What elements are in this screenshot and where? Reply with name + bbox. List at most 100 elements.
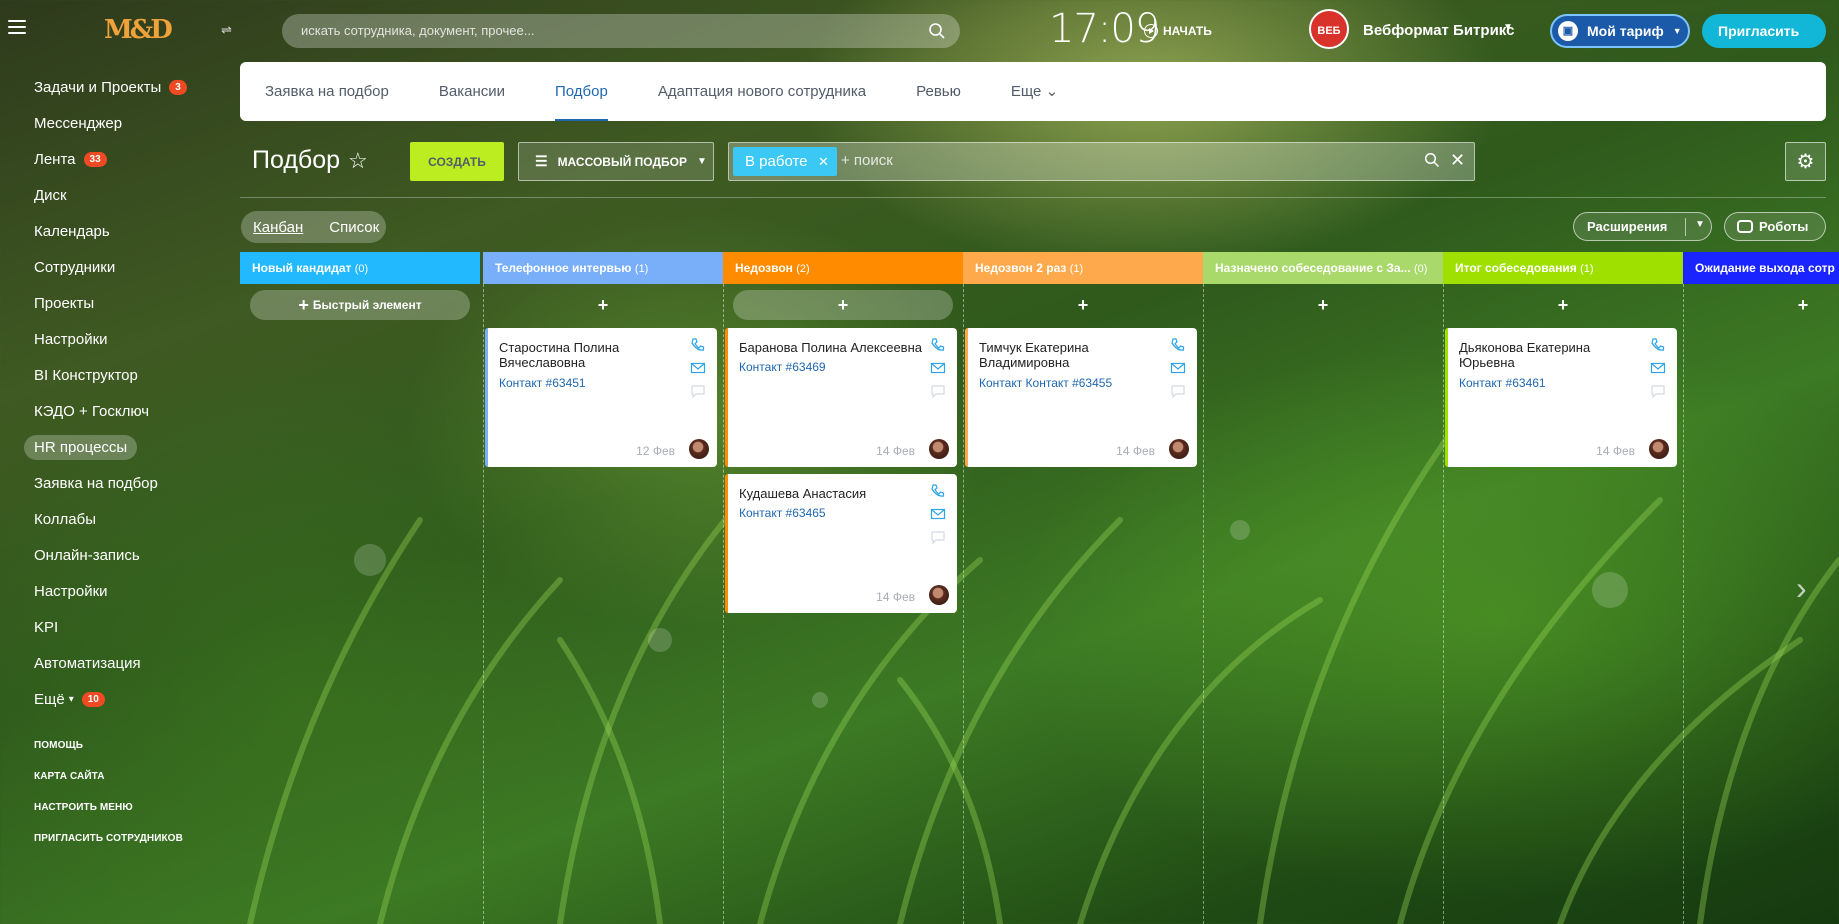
filter-search-input[interactable]: + поиск <box>841 152 893 169</box>
contact-link[interactable]: Контакт #63469 <box>739 360 826 374</box>
candidate-card[interactable]: Тимчук Екатерина Владимировна Контакт Кон… <box>965 328 1197 467</box>
company-name[interactable]: Вебформат Битрикс <box>1363 22 1514 39</box>
clear-filter-icon[interactable]: ✕ <box>1450 150 1465 171</box>
mail-icon[interactable] <box>1170 361 1186 375</box>
sidebar-item[interactable]: Автоматизация <box>22 645 237 681</box>
candidate-card[interactable]: Баранова Полина Алексеевна Контакт #63469… <box>725 328 957 467</box>
sidebar-item[interactable]: KPI <box>22 609 237 645</box>
add-card-button[interactable]: + <box>1693 290 1839 320</box>
company-avatar[interactable]: ВЕБ <box>1309 9 1349 49</box>
sidebar-item[interactable]: Ещё ▾ 10 <box>22 681 237 717</box>
phone-icon[interactable] <box>930 338 946 352</box>
sidebar-item[interactable]: Онлайн-запись <box>22 537 237 573</box>
candidate-card[interactable]: Старостина Полина Вячеславовна Контакт #6… <box>485 328 717 467</box>
column-header[interactable]: Недозвон (2) <box>723 252 963 284</box>
chat-icon[interactable] <box>1650 384 1666 398</box>
sidebar-item[interactable]: BI Конструктор <box>22 357 237 393</box>
sidebar-bottom-link[interactable]: НАСТРОИТЬ МЕНЮ <box>34 802 183 833</box>
responsible-avatar[interactable] <box>1649 439 1669 459</box>
menu-toggle-icon[interactable] <box>8 20 26 34</box>
tariff-button[interactable]: ▣ Мой тариф ▼ <box>1550 14 1690 48</box>
contact-link[interactable]: Контакт #63451 <box>499 376 586 390</box>
responsible-avatar[interactable] <box>689 439 709 459</box>
search-icon[interactable] <box>1424 152 1440 168</box>
sidebar-bottom-link[interactable]: КАРТА САЙТА <box>34 771 183 802</box>
sidebar-bottom-link[interactable]: ПРИГЛАСИТЬ СОТРУДНИКОВ <box>34 833 183 864</box>
sidebar-item[interactable]: Задачи и Проекты 3 <box>22 69 237 105</box>
chip-remove-icon[interactable]: ✕ <box>818 154 829 170</box>
contact-link[interactable]: Контакт #63465 <box>739 506 826 520</box>
mail-icon[interactable] <box>930 507 946 521</box>
add-card-button[interactable]: + <box>493 290 713 320</box>
phone-icon[interactable] <box>690 338 706 352</box>
candidate-name[interactable]: Дьяконова Екатерина Юрьевна <box>1459 340 1644 370</box>
phone-icon[interactable] <box>1170 338 1186 352</box>
contact-link[interactable]: Контакт #63461 <box>1459 376 1546 390</box>
robots-button[interactable]: Роботы <box>1724 212 1826 241</box>
tab-item[interactable]: Подбор <box>554 62 608 121</box>
candidate-name[interactable]: Старостина Полина Вячеславовна <box>499 340 684 370</box>
column-header[interactable]: Итог собеседования (1) <box>1443 252 1683 284</box>
gear-icon[interactable]: ⚙ <box>1785 142 1826 181</box>
sidebar-item[interactable]: Проекты <box>22 285 237 321</box>
chat-icon[interactable] <box>690 384 706 398</box>
column-header[interactable]: Назначено собеседование с За... (0) <box>1203 252 1443 284</box>
mail-icon[interactable] <box>930 361 946 375</box>
chevron-down-icon[interactable]: ▼ <box>1503 22 1513 33</box>
star-icon[interactable]: ☆ <box>348 148 368 174</box>
sidebar-item[interactable]: Настройки <box>22 573 237 609</box>
tab-item[interactable]: Вакансии <box>439 62 505 121</box>
column-header[interactable]: Новый кандидат (0) <box>240 252 480 284</box>
column-header[interactable]: Недозвон 2 раз (1) <box>963 252 1203 284</box>
column-header[interactable]: Ожидание выхода сотр <box>1683 252 1839 284</box>
extensions-button[interactable]: Расширения ▼ <box>1573 212 1712 241</box>
responsible-avatar[interactable] <box>929 585 949 605</box>
contact-link[interactable]: Контакт Контакт #63455 <box>979 376 1112 390</box>
sidebar-item[interactable]: Диск <box>22 177 237 213</box>
mail-icon[interactable] <box>1650 361 1666 375</box>
tab-item[interactable]: Заявка на подбор <box>265 62 389 121</box>
chat-icon[interactable] <box>930 530 946 544</box>
view-list[interactable]: Список <box>329 219 379 236</box>
tab-item[interactable]: Еще ⌄ <box>1011 62 1058 121</box>
sidebar-item[interactable]: HR процессы <box>22 429 237 465</box>
sidebar-item[interactable]: Коллабы <box>22 501 237 537</box>
search-input[interactable] <box>282 14 960 48</box>
add-card-button[interactable]: + <box>1453 290 1673 320</box>
invite-button[interactable]: Пригласить <box>1702 14 1826 48</box>
company-logo[interactable]: M&D <box>104 10 173 50</box>
add-card-button[interactable]: + <box>973 290 1193 320</box>
sidebar-item[interactable]: Календарь <box>22 213 237 249</box>
sidebar-item[interactable]: Мессенджер <box>22 105 237 141</box>
mass-recruit-button[interactable]: ☰ МАССОВЫЙ ПОДБОР ▼ <box>518 142 714 181</box>
view-kanban[interactable]: Канбан <box>253 219 303 236</box>
create-button[interactable]: СОЗДАТЬ <box>410 142 504 181</box>
candidate-card[interactable]: Дьяконова Екатерина Юрьевна Контакт #6346… <box>1445 328 1677 467</box>
sidebar-item[interactable]: Сотрудники <box>22 249 237 285</box>
phone-icon[interactable] <box>930 484 946 498</box>
tab-item[interactable]: Адаптация нового сотрудника <box>658 62 866 121</box>
chat-icon[interactable] <box>930 384 946 398</box>
add-card-button[interactable]: + <box>1213 290 1433 320</box>
candidate-name[interactable]: Баранова Полина Алексеевна <box>739 340 924 355</box>
start-workday-button[interactable]: НАЧАТЬ <box>1144 24 1212 38</box>
chevron-down-icon[interactable]: ▼ <box>1695 219 1705 230</box>
sidebar-item[interactable]: Настройки <box>22 321 237 357</box>
sidebar-item[interactable]: КЭДО + Госключ <box>22 393 237 429</box>
chat-icon[interactable] <box>1170 384 1186 398</box>
candidate-name[interactable]: Кудашева Анастасия <box>739 486 924 501</box>
sidebar-bottom-link[interactable]: ПОМОЩЬ <box>34 740 183 771</box>
tab-item[interactable]: Ревью <box>916 62 961 121</box>
add-card-button[interactable]: + Быстрый элемент <box>250 290 470 320</box>
candidate-card[interactable]: Кудашева Анастасия Контакт #63465 14 Фев <box>725 474 957 613</box>
responsible-avatar[interactable] <box>1169 439 1189 459</box>
settings-sliders-icon[interactable]: ⇌ <box>221 22 235 37</box>
add-card-button[interactable]: + <box>733 290 953 320</box>
sidebar-item[interactable]: Лента 33 <box>22 141 237 177</box>
phone-icon[interactable] <box>1650 338 1666 352</box>
mail-icon[interactable] <box>690 361 706 375</box>
responsible-avatar[interactable] <box>929 439 949 459</box>
search-icon[interactable] <box>928 22 946 40</box>
sidebar-item[interactable]: Заявка на подбор <box>22 465 237 501</box>
scroll-right-icon[interactable]: › <box>1796 570 1807 607</box>
